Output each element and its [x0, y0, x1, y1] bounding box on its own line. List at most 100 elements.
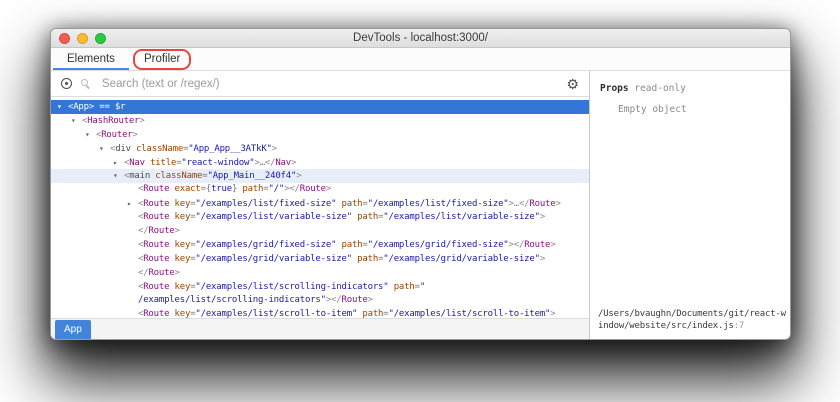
collapse-arrow-icon[interactable]: ▾ — [57, 100, 68, 114]
code-segment-tag: Route — [529, 199, 555, 209]
code-segment-value: "/examples/grid/fixed-size" — [368, 240, 509, 250]
code-segment-attr: key — [169, 199, 190, 209]
minimize-button[interactable] — [77, 33, 88, 44]
tree-row[interactable]: <Route exact={true} path="/"></Route> — [51, 183, 589, 197]
code-segment-value: "/examples/grid/fixed-size" — [195, 240, 336, 250]
code-segment-tag: HashRouter — [87, 116, 139, 126]
traffic-lights — [59, 29, 106, 47]
code-segment-bracket: </ — [265, 158, 275, 168]
code-segment-value: "/" — [268, 184, 284, 194]
props-mode: read-only — [634, 83, 685, 94]
collapse-arrow-icon[interactable]: ▾ — [71, 114, 82, 128]
code-segment-bracket: > — [175, 268, 180, 278]
close-button[interactable] — [59, 33, 70, 44]
code-segment-tag: Route — [148, 268, 174, 278]
tree-row[interactable]: <Route key="/examples/list/scroll-to-ite… — [51, 308, 589, 318]
tree-row[interactable]: <Route key="/examples/grid/variable-size… — [51, 253, 589, 267]
tab-bar: ElementsProfiler — [51, 48, 790, 71]
code-segment-bracket: > — [540, 254, 545, 264]
code-segment-keyword: true — [211, 184, 232, 194]
code-segment-punct: ={ — [201, 184, 211, 194]
code-segment-value: "/examples/list/fixed-size" — [195, 199, 336, 209]
code-segment-attr: path — [336, 240, 362, 250]
code-segment-bracket: > — [326, 184, 331, 194]
code-segment-value: "App_App__3ATkK" — [188, 144, 272, 154]
code-segment-bracket: > — [550, 309, 555, 318]
collapse-arrow-icon[interactable]: ▾ — [99, 142, 110, 156]
tab-profiler[interactable]: Profiler — [133, 49, 191, 70]
main-split: ⚙ ▾<App> == $r▾<HashRouter>▾<Router>▾<di… — [51, 71, 790, 340]
code-segment-bracket: </ — [138, 226, 148, 236]
tree-row[interactable]: /examples/list/scrolling-indicators"></R… — [51, 294, 589, 308]
search-icon — [81, 79, 91, 89]
code-segment-value: "/examples/list/scroll-to-item" — [389, 309, 551, 318]
code-segment-value: "App_Main__240f4" — [208, 171, 297, 181]
code-segment-attr: path — [237, 184, 263, 194]
code-segment-attr: key — [169, 309, 190, 318]
code-segment-tag: Route — [524, 240, 550, 250]
component-breadcrumb-bar: App — [51, 318, 589, 340]
tree-row[interactable]: ▸<Nav title="react-window">…</Nav> — [51, 156, 589, 170]
code-segment-value: "/examples/list/variable-size" — [195, 212, 352, 222]
tree-row[interactable]: ▾<div className="App_App__3ATkK"> — [51, 142, 589, 156]
code-segment-attr: path — [336, 199, 362, 209]
code-segment-tag: Router — [101, 130, 132, 140]
tree-row[interactable]: ▾<App> == $r — [51, 100, 589, 114]
code-segment-bracket: > — [296, 171, 301, 181]
expand-arrow-icon[interactable]: ▸ — [113, 156, 124, 170]
collapse-arrow-icon[interactable]: ▾ — [113, 169, 124, 183]
code-segment-value: " — [420, 282, 425, 292]
code-segment-tag: Route — [143, 282, 169, 292]
code-segment-attr: path — [352, 212, 378, 222]
tree-row[interactable]: ▾<Router> — [51, 128, 589, 142]
devtools-window: DevTools - localhost:3000/ ElementsProfi… — [50, 28, 791, 340]
code-segment-value: "/examples/grid/variable-size" — [195, 254, 352, 264]
code-segment-value: /examples/list/scrolling-indicators" — [138, 295, 326, 305]
source-path: /Users/bvaughn/Documents/git/react-windo… — [598, 309, 786, 332]
code-segment-attr: exact — [169, 184, 200, 194]
zoom-button[interactable] — [95, 33, 106, 44]
code-segment-tag: Route — [300, 184, 326, 194]
code-segment-tag: Route — [143, 184, 169, 194]
tree-row[interactable]: ▾<main className="App_Main__240f4"> — [51, 169, 589, 183]
search-toolbar: ⚙ — [51, 71, 589, 97]
title-bar: DevTools - localhost:3000/ — [51, 29, 790, 48]
code-segment-value: "/examples/list/scroll-to-item" — [195, 309, 357, 318]
tree-row[interactable]: <Route key="/examples/list/scrolling-ind… — [51, 281, 589, 295]
source-line: :7 — [734, 321, 744, 331]
code-segment-bracket: > — [550, 240, 555, 250]
code-segment-tag: Route — [143, 199, 169, 209]
tree-row[interactable]: ▾<HashRouter> — [51, 114, 589, 128]
tree-row[interactable]: </Route> — [51, 267, 589, 281]
gear-icon[interactable]: ⚙ — [566, 77, 579, 91]
code-segment-tag: Route — [143, 212, 169, 222]
tree-row[interactable]: ▸<Route key="/examples/list/fixed-size" … — [51, 197, 589, 211]
code-segment-bracket: > — [291, 158, 296, 168]
expand-arrow-icon[interactable]: ▸ — [127, 197, 138, 211]
tab-elements[interactable]: Elements — [53, 48, 129, 70]
inspect-element-icon[interactable] — [61, 78, 72, 89]
code-segment-value: "/examples/grid/variable-size" — [383, 254, 540, 264]
collapse-arrow-icon[interactable]: ▾ — [85, 128, 96, 142]
code-segment-bracket: > — [175, 226, 180, 236]
code-segment-tag: Route — [143, 240, 169, 250]
component-badge-app[interactable]: App — [55, 320, 91, 340]
tree-row[interactable]: </Route> — [51, 225, 589, 239]
source-location[interactable]: /Users/bvaughn/Documents/git/react-windo… — [598, 308, 786, 333]
code-segment-tag: Route — [143, 254, 169, 264]
code-segment-tag: Nav — [275, 158, 291, 168]
code-segment-attr: path — [352, 254, 378, 264]
code-segment-bracket: ></ — [326, 295, 342, 305]
code-segment-attr: path — [389, 282, 415, 292]
props-header: Props read-only — [590, 71, 790, 94]
code-segment-bracket: ></ — [284, 184, 300, 194]
code-segment-bracket: > — [272, 144, 277, 154]
code-segment-attr: key — [169, 212, 190, 222]
code-segment-attr: path — [357, 309, 383, 318]
code-segment-attr: className — [131, 144, 183, 154]
tree-row[interactable]: <Route key="/examples/list/variable-size… — [51, 211, 589, 225]
code-segment-bracket: > — [133, 130, 138, 140]
search-input[interactable] — [100, 77, 557, 91]
tree-row[interactable]: <Route key="/examples/grid/fixed-size" p… — [51, 239, 589, 253]
code-segment-bracket: > — [368, 295, 373, 305]
